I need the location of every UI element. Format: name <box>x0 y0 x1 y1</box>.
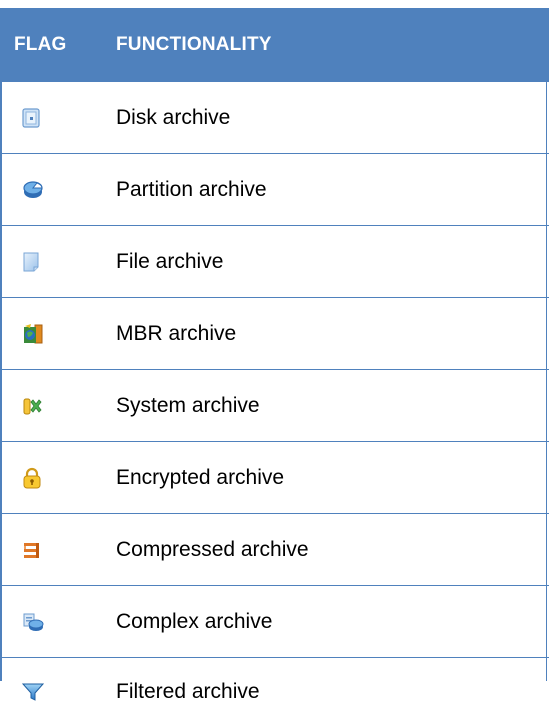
compress-icon <box>22 540 42 560</box>
table-row: Encrypted archive <box>0 442 549 514</box>
table-row: Filtered archive <box>0 658 549 725</box>
header-flag: FLAG <box>14 34 67 55</box>
system-icon <box>22 396 44 416</box>
file-icon <box>22 252 40 272</box>
row-label: Disk archive <box>116 105 231 129</box>
row-label: Encrypted archive <box>116 465 285 489</box>
row-label: Filtered archive <box>116 679 260 703</box>
filter-icon <box>22 682 44 702</box>
row-label: Compressed archive <box>116 537 309 561</box>
table-row: MBR archive <box>0 298 549 370</box>
row-label: File archive <box>116 249 224 273</box>
mbr-icon <box>22 323 44 345</box>
table-row: Partition archive <box>0 154 549 226</box>
archive-flags-table: FLAG FUNCTIONALITY Disk archive Partitio… <box>0 8 549 725</box>
table-header: FLAG FUNCTIONALITY <box>0 8 549 82</box>
row-label: Partition archive <box>116 177 267 201</box>
disk-icon <box>22 107 40 128</box>
partition-icon <box>22 180 44 200</box>
table-row: Disk archive <box>0 82 549 154</box>
table-row: File archive <box>0 226 549 298</box>
table-row: System archive <box>0 370 549 442</box>
complex-icon <box>22 612 44 632</box>
lock-icon <box>22 467 42 489</box>
row-label: Complex archive <box>116 609 273 633</box>
row-label: MBR archive <box>116 321 237 345</box>
table-row: Complex archive <box>0 586 549 658</box>
header-functionality: FUNCTIONALITY <box>116 34 272 55</box>
row-label: System archive <box>116 393 260 417</box>
table-row: Compressed archive <box>0 514 549 586</box>
